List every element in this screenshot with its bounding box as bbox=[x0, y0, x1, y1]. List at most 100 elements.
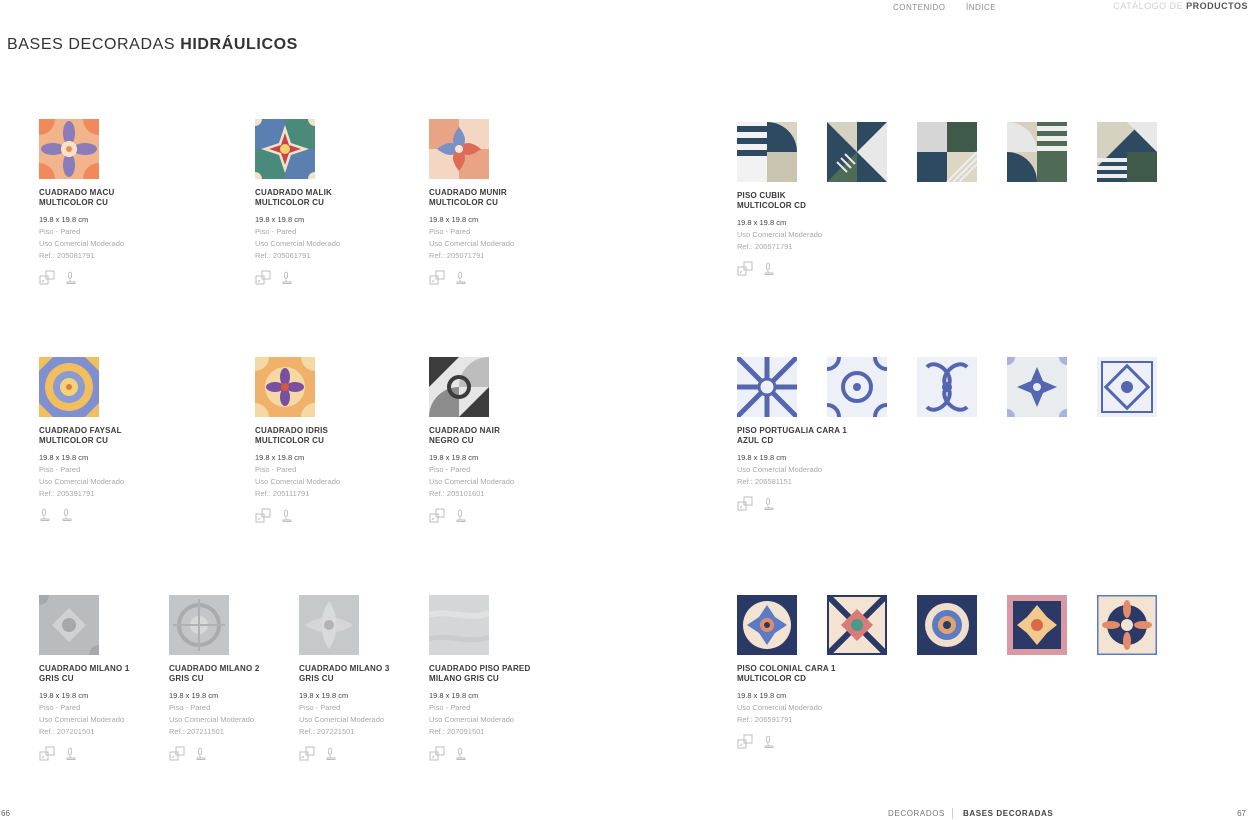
catalog-label[interactable]: CATÁLOGO DE PRODUCTOS bbox=[1113, 1, 1248, 11]
floor-wall-icon bbox=[429, 270, 445, 286]
tile-idris-image bbox=[255, 357, 315, 417]
product-size: 19.8 x 19.8 cm bbox=[429, 453, 479, 462]
product-use: Piso - Pared bbox=[39, 703, 81, 712]
tile-malik-image bbox=[255, 119, 315, 179]
tile-milano-2-image bbox=[169, 595, 229, 655]
tile-milano-1-image bbox=[39, 595, 99, 655]
product-name: CUADRADO MALIK MULTICOLOR CU bbox=[255, 188, 333, 207]
product-use: Piso - Pared bbox=[39, 465, 81, 474]
product-name: CUADRADO MILANO 3 GRIS CU bbox=[299, 664, 390, 683]
product-malik[interactable]: CUADRADO MALIK MULTICOLOR CU 19.8 x 19.8 … bbox=[255, 119, 405, 286]
floor-wall-icon bbox=[737, 261, 753, 277]
tile-cubik-4 bbox=[1007, 122, 1067, 182]
product-name: CUADRADO MILANO 2 GRIS CU bbox=[169, 664, 260, 683]
product-traffic: Uso Comercial Moderado bbox=[299, 715, 385, 724]
product-ref: Ref.: 205071791 bbox=[429, 251, 485, 260]
product-use: Uso Comercial Moderado bbox=[737, 230, 823, 239]
foot-traffic-icon bbox=[455, 747, 467, 761]
tile-cubik-3 bbox=[917, 122, 977, 182]
tile-colonial-1 bbox=[737, 595, 797, 655]
product-use: Piso - Pared bbox=[429, 465, 471, 474]
tile-macu-image bbox=[39, 119, 99, 179]
tile-cubik-5 bbox=[1097, 122, 1157, 182]
page-title-bold: HIDRÁULICOS bbox=[180, 36, 298, 53]
product-nair[interactable]: CUADRADO NAIR NEGRO CU 19.8 x 19.8 cm Pis… bbox=[429, 357, 579, 524]
foot-traffic-icon bbox=[455, 271, 467, 285]
floor-wall-icon bbox=[737, 496, 753, 512]
product-milano-3[interactable]: CUADRADO MILANO 3 GRIS CU 19.8 x 19.8 cm … bbox=[299, 595, 449, 762]
product-use: Piso - Pared bbox=[429, 703, 471, 712]
product-ref: Ref.: 206581151 bbox=[737, 477, 792, 486]
tile-portugalia-4 bbox=[1007, 357, 1067, 417]
foot-traffic-icon bbox=[65, 747, 77, 761]
tile-portugalia-1 bbox=[737, 357, 797, 417]
nav-contenido[interactable]: CONTENIDO bbox=[893, 3, 946, 12]
foot-traffic-icon bbox=[763, 735, 775, 749]
product-milano-1[interactable]: CUADRADO MILANO 1 GRIS CU 19.8 x 19.8 cm … bbox=[39, 595, 189, 762]
foot-traffic-icon bbox=[325, 747, 337, 761]
floor-wall-icon bbox=[169, 746, 185, 762]
tile-portugalia-3 bbox=[917, 357, 977, 417]
product-ref: Ref.: 207091501 bbox=[429, 727, 485, 736]
page-number-right: 67 bbox=[1237, 809, 1246, 818]
product-use: Piso - Pared bbox=[39, 227, 81, 236]
floor-wall-icon bbox=[737, 734, 753, 750]
product-ref: Ref.: 207211501 bbox=[169, 727, 224, 736]
product-faysal[interactable]: CUADRADO FAYSAL MULTICOLOR CU 19.8 x 19.8… bbox=[39, 357, 189, 522]
catalog-label-light: CATÁLOGO DE bbox=[1113, 1, 1184, 11]
product-name: CUADRADO NAIR NEGRO CU bbox=[429, 426, 501, 445]
footer-subsection-link[interactable]: BASES DECORADAS bbox=[963, 809, 1053, 818]
product-milano-2[interactable]: CUADRADO MILANO 2 GRIS CU 19.8 x 19.8 cm … bbox=[169, 595, 319, 762]
tile-nair-image bbox=[429, 357, 489, 417]
product-portugalia[interactable]: PISO PORTUGALIA CARA 1 AZUL CD 19.8 x 19.… bbox=[737, 357, 1167, 512]
product-macu[interactable]: CUADRADO MACU MULTICOLOR CU 19.8 x 19.8 c… bbox=[39, 119, 189, 286]
product-traffic: Uso Comercial Moderado bbox=[39, 477, 125, 486]
tile-colonial-4 bbox=[1007, 595, 1067, 655]
product-name: CUADRADO MUNIR MULTICOLOR CU bbox=[429, 188, 507, 207]
product-size: 19.8 x 19.8 cm bbox=[255, 215, 305, 224]
product-name: CUADRADO FAYSAL MULTICOLOR CU bbox=[39, 426, 122, 445]
product-traffic: Uso Comercial Moderado bbox=[429, 239, 515, 248]
floor-wall-icon bbox=[255, 508, 271, 524]
product-size: 19.8 x 19.8 cm bbox=[39, 691, 89, 700]
catalog-label-bold: PRODUCTOS bbox=[1186, 1, 1248, 11]
product-colonial[interactable]: PISO COLONIAL CARA 1 MULTICOLOR CD 19.8 x… bbox=[737, 595, 1167, 750]
product-milano-gris[interactable]: CUADRADO PISO PARED MILANO GRIS CU 19.8 x… bbox=[429, 595, 579, 762]
product-munir[interactable]: CUADRADO MUNIR MULTICOLOR CU 19.8 x 19.8 … bbox=[429, 119, 579, 286]
product-ref: Ref.: 205061791 bbox=[255, 251, 311, 260]
product-size: 19.8 x 19.8 cm bbox=[39, 215, 89, 224]
product-ref: Ref.: 207221501 bbox=[299, 727, 355, 736]
product-name: PISO COLONIAL CARA 1 MULTICOLOR CD bbox=[737, 664, 836, 683]
product-traffic: Uso Comercial Moderado bbox=[429, 477, 515, 486]
product-traffic: Uso Comercial Moderado bbox=[255, 239, 341, 248]
product-name: CUADRADO MACU MULTICOLOR CU bbox=[39, 188, 115, 207]
product-traffic: Uso Comercial Moderado bbox=[429, 715, 515, 724]
page-title: BASES DECORADAS HIDRÁULICOS bbox=[7, 36, 298, 54]
footer-divider bbox=[952, 808, 953, 819]
product-ref: Ref.: 207201501 bbox=[39, 727, 95, 736]
tile-set-colonial bbox=[737, 595, 1167, 655]
floor-wall-icon bbox=[39, 270, 55, 286]
product-name: PISO PORTUGALIA CARA 1 AZUL CD bbox=[737, 426, 848, 445]
nav-indice[interactable]: ÍNDICE bbox=[966, 3, 996, 12]
product-ref: Ref.: 206591791 bbox=[737, 715, 793, 724]
foot-traffic-icon bbox=[39, 508, 51, 522]
product-size: 19.8 x 19.8 cm bbox=[429, 215, 479, 224]
product-idris[interactable]: CUADRADO IDRIS MULTICOLOR CU 19.8 x 19.8 … bbox=[255, 357, 405, 524]
foot-traffic-icon bbox=[281, 271, 293, 285]
footer-section-link[interactable]: DECORADOS bbox=[888, 809, 945, 818]
tile-portugalia-2 bbox=[827, 357, 887, 417]
product-use: Uso Comercial Moderado bbox=[737, 465, 823, 474]
product-traffic: Uso Comercial Moderado bbox=[169, 715, 255, 724]
foot-traffic-icon bbox=[65, 271, 77, 285]
product-size: 19.8 x 19.8 cm bbox=[737, 218, 787, 227]
product-size: 19.8 x 19.8 cm bbox=[255, 453, 305, 462]
tile-colonial-2 bbox=[827, 595, 887, 655]
floor-wall-icon bbox=[429, 508, 445, 524]
product-traffic: Uso Comercial Moderado bbox=[255, 477, 341, 486]
product-ref: Ref.: 206571791 bbox=[737, 242, 793, 251]
tile-colonial-3 bbox=[917, 595, 977, 655]
page-number-left: 66 bbox=[1, 809, 10, 818]
product-cubik[interactable]: PISO CUBIK MULTICOLOR CD 19.8 x 19.8 cm U… bbox=[737, 122, 1167, 277]
product-use: Piso - Pared bbox=[169, 703, 211, 712]
